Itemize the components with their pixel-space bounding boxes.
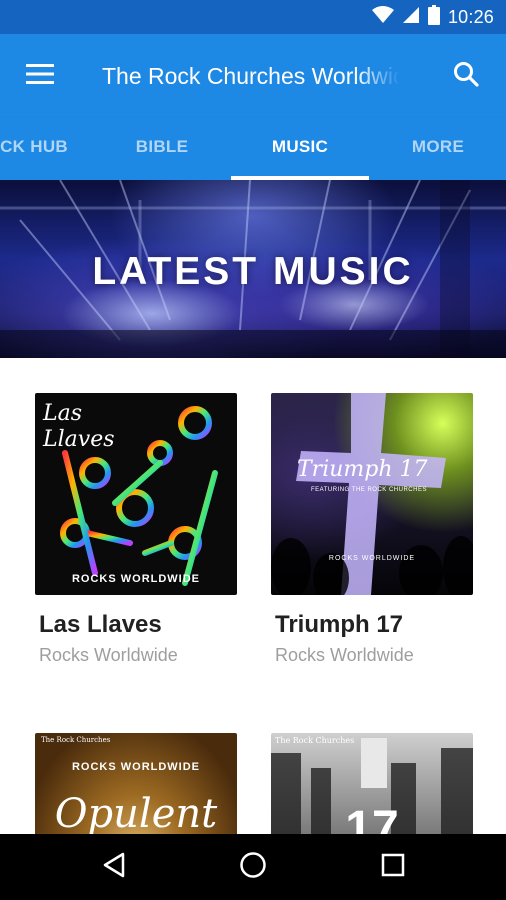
cross-artwork: [271, 393, 473, 595]
cover-header: ROCKS WORLDWIDE: [71, 761, 201, 773]
recents-button[interactable]: [373, 847, 413, 887]
album-title: Triumph 17: [275, 611, 404, 638]
album-card-las-llaves[interactable]: Las Llaves ROCKS WORLDWIDE Las Llaves Ro…: [35, 393, 245, 683]
tab-bible[interactable]: BIBLE: [112, 118, 212, 180]
menu-button[interactable]: [20, 56, 60, 96]
hero-title: LATEST MUSIC: [92, 250, 414, 293]
album-cover: Las Llaves ROCKS WORLDWIDE: [35, 393, 237, 595]
back-icon: [102, 852, 126, 883]
status-time: 10:26: [447, 6, 494, 27]
tab-bar: ROCK HUB BIBLE MUSIC MORE: [0, 118, 506, 180]
cover-title: Las Llaves: [43, 401, 115, 452]
hero-banner[interactable]: LATEST MUSIC: [0, 180, 506, 358]
album-cover: The Rock Churches 17: [271, 733, 473, 834]
wifi-icon: [371, 5, 394, 29]
album-title: Las Llaves: [39, 611, 162, 638]
cover-footer: ROCKS WORLDWIDE: [71, 573, 201, 585]
tab-music[interactable]: MUSIC: [231, 118, 369, 180]
album-artist: Rocks Worldwide: [275, 645, 414, 665]
cover-title: 17: [345, 802, 399, 834]
tab-rock-hub[interactable]: ROCK HUB: [0, 118, 76, 180]
cover-small-text: The Rock Churches: [41, 736, 111, 744]
album-artist: Rocks Worldwide: [39, 645, 178, 665]
search-button[interactable]: [446, 56, 486, 96]
album-cover: Triumph 17 FEATURING THE ROCK CHURCHES R…: [271, 393, 473, 595]
album-card-opulent[interactable]: The Rock Churches ROCKS WORLDWIDE Opulen…: [35, 733, 245, 834]
system-nav-bar: [0, 834, 506, 900]
cover-subtitle: FEATURING THE ROCK CHURCHES: [311, 487, 427, 493]
recents-icon: [381, 853, 405, 882]
cover-title: Triumph 17: [297, 457, 428, 482]
status-bar: 10:26: [0, 0, 506, 34]
signal-icon: [402, 6, 420, 29]
back-button[interactable]: [94, 847, 134, 887]
tab-more[interactable]: MORE: [398, 118, 478, 180]
search-icon: [453, 61, 479, 92]
cover-footer: ROCKS WORLDWIDE: [328, 555, 416, 562]
album-card-17[interactable]: The Rock Churches 17: [271, 733, 481, 834]
hamburger-menu-icon: [26, 63, 54, 90]
cover-small-text: The Rock Churches: [275, 736, 355, 745]
status-icons: 10:26: [371, 4, 494, 30]
home-icon: [239, 851, 267, 884]
album-cover: The Rock Churches ROCKS WORLDWIDE Opulen…: [35, 733, 237, 834]
home-button[interactable]: [233, 847, 273, 887]
cover-title: Opulent: [54, 791, 218, 834]
app-title: The Rock Churches Worldwide: [102, 63, 400, 89]
album-card-triumph-17[interactable]: Triumph 17 FEATURING THE ROCK CHURCHES R…: [271, 393, 481, 683]
battery-icon: [427, 4, 440, 30]
app-bar: The Rock Churches Worldwide: [0, 34, 506, 118]
